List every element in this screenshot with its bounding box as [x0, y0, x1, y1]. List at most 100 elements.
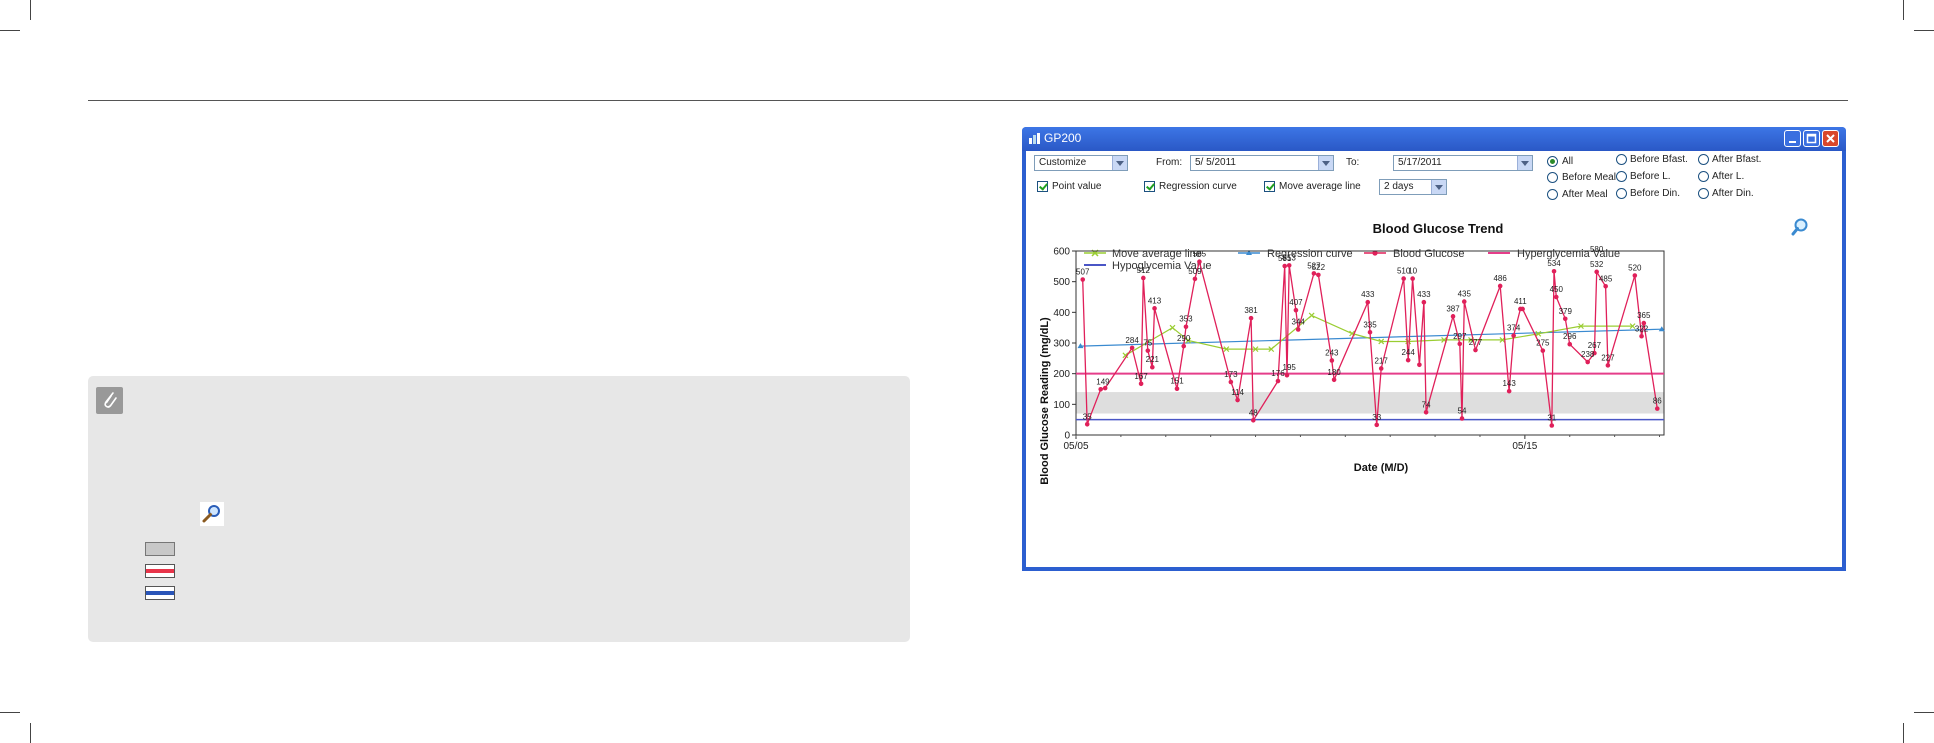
crop-mark-br-v — [1903, 723, 1904, 743]
glucose-point — [1551, 268, 1557, 274]
glucose-point — [1423, 410, 1429, 415]
point-value-label: 75 — [1143, 339, 1152, 348]
point-value-label: 580 — [1590, 245, 1604, 254]
moving-average-point — [1169, 324, 1176, 331]
glucose-point — [1192, 276, 1198, 282]
glucose-point — [1080, 277, 1086, 282]
y-tick-label: 500 — [1053, 277, 1070, 288]
x-tick-label: 05/15 — [1512, 441, 1537, 452]
window-title: GP200 — [1044, 131, 1082, 145]
y-tick-label: 300 — [1053, 339, 1070, 350]
glucose-point — [1197, 259, 1202, 265]
point-value-label: 275 — [1536, 339, 1550, 348]
glucose-point — [1567, 341, 1573, 347]
paperclip-icon — [96, 387, 123, 414]
glucose-point — [1235, 397, 1240, 403]
point-value-label: 290 — [1177, 334, 1191, 343]
glucose-point — [1084, 421, 1090, 427]
glucose-point — [1152, 306, 1157, 311]
point-value-label: 10 — [1408, 267, 1417, 276]
glucose-point — [1316, 272, 1321, 278]
glucose-point — [1293, 307, 1299, 313]
point-value-label: 114 — [1231, 388, 1244, 397]
glucose-point — [1473, 347, 1478, 353]
point-value-label: 267 — [1588, 341, 1602, 350]
point-value-label: 31 — [1547, 413, 1556, 422]
glucose-point — [1562, 316, 1568, 322]
glucose-point — [1183, 324, 1189, 330]
blood-glucose-chart: Blood Glucose Trend Move average line Re… — [1039, 221, 1665, 485]
point-value-label: 227 — [1601, 353, 1615, 362]
glucose-point — [1250, 417, 1256, 423]
point-value-label: 180 — [1327, 368, 1341, 377]
glucose-point — [1417, 362, 1422, 368]
y-tick-label: 100 — [1053, 400, 1070, 411]
minimize-button[interactable] — [1784, 130, 1801, 147]
moving-average-point — [1308, 312, 1315, 319]
glucose-point — [1457, 341, 1463, 347]
point-value-label: 485 — [1599, 274, 1613, 283]
point-value-label: 532 — [1590, 260, 1604, 269]
legend-blood-glucose-label: Blood Glucose — [1393, 248, 1465, 260]
close-icon — [1826, 134, 1835, 143]
glucose-point — [1284, 372, 1290, 378]
plot-area: 0 100 200 300 400 500 600 05/05 05/15 507 35 149 284… — [1053, 245, 1665, 452]
glucose-point — [1506, 388, 1512, 394]
glucose-point — [1275, 378, 1281, 384]
point-value-label: 435 — [1458, 290, 1472, 299]
glucose-point — [1329, 358, 1335, 363]
glucose-point — [1459, 416, 1465, 421]
hypoglycemia-swatch — [145, 586, 175, 600]
title-bar[interactable]: GP200 — [1022, 127, 1846, 151]
close-button[interactable] — [1822, 130, 1839, 147]
point-value-label: 534 — [1547, 259, 1561, 268]
glucose-point — [1632, 273, 1638, 278]
glucose-point — [1553, 294, 1559, 300]
point-value-label: 507 — [1076, 268, 1090, 277]
crop-mark-tl-h — [0, 30, 20, 31]
chart-legend: Move average line Regression curve Blood… — [1084, 248, 1620, 272]
point-value-label: 433 — [1361, 290, 1375, 299]
crop-mark-br-h — [1914, 712, 1934, 713]
maximize-icon — [1806, 133, 1817, 144]
point-value-label: 520 — [1628, 264, 1642, 273]
point-value-label: 296 — [1563, 332, 1577, 341]
glucose-point — [1497, 283, 1503, 289]
glucose-point — [1150, 364, 1155, 370]
glucose-point — [1461, 299, 1467, 304]
y-tick-label: 0 — [1064, 431, 1070, 442]
glucose-point — [1511, 333, 1516, 338]
point-value-label: 553 — [1283, 253, 1297, 262]
crop-mark-bl-h — [0, 712, 20, 713]
point-value-label: 374 — [1507, 324, 1521, 333]
target-range-band — [1076, 392, 1664, 414]
maximize-button[interactable] — [1803, 130, 1820, 147]
point-value-label: 244 — [1401, 348, 1415, 357]
glucose-point — [1145, 348, 1151, 353]
point-value-label: 54 — [1458, 406, 1467, 415]
glucose-point — [1102, 385, 1108, 391]
point-value-label: 149 — [1096, 377, 1110, 386]
glucose-point — [1654, 406, 1660, 411]
point-value-label: 297 — [1453, 332, 1467, 341]
y-tick-label: 200 — [1053, 369, 1070, 380]
crop-mark-tr-v — [1903, 0, 1904, 20]
point-value-label: 173 — [1224, 370, 1238, 379]
app-icon — [1029, 133, 1040, 144]
point-value-label: 365 — [1637, 311, 1651, 320]
legend-move-average: Move average line — [1084, 248, 1202, 260]
point-value-label: 243 — [1325, 348, 1339, 357]
hyperglycemia-swatch — [145, 564, 175, 578]
x-axis-label: Date (M/D) — [1354, 462, 1409, 474]
header-rule — [88, 100, 1848, 101]
point-value-label: 74 — [1422, 400, 1431, 409]
point-value-label: 33 — [1372, 413, 1381, 422]
point-value-label: 344 — [1292, 318, 1306, 327]
point-value-label: 48 — [1249, 408, 1258, 417]
gp200-window: GP200 Customize From: 5/ 5/2011 To: 5/17… — [1022, 127, 1846, 571]
glucose-point — [1331, 377, 1337, 383]
point-value-label: 522 — [1312, 263, 1326, 272]
point-value-label: 433 — [1417, 290, 1431, 299]
y-tick-label: 400 — [1053, 308, 1070, 319]
point-value-label: 353 — [1179, 315, 1193, 324]
